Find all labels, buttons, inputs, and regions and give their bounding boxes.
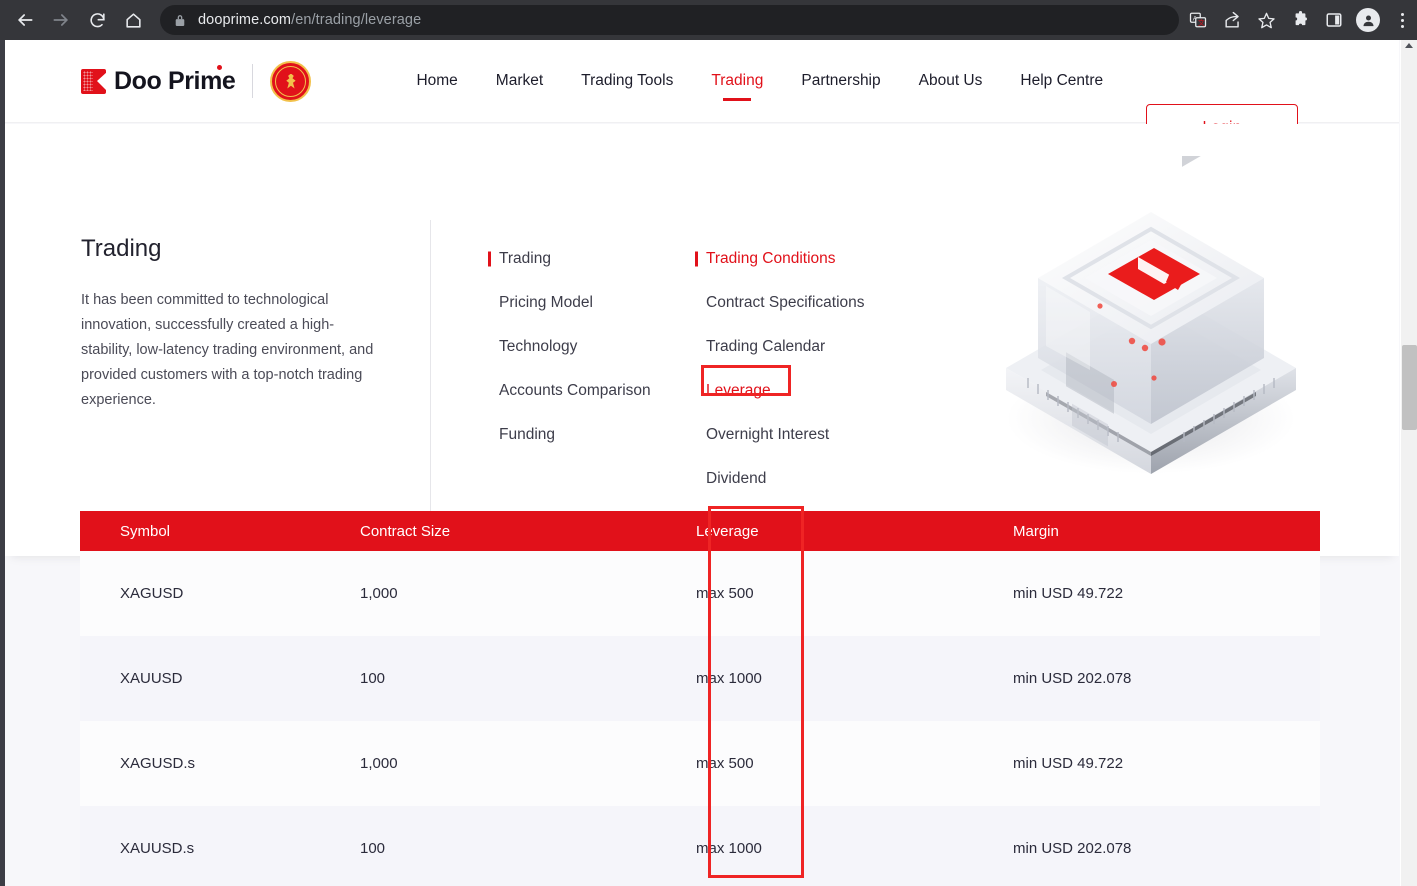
- isometric-cube-icon: [986, 156, 1316, 486]
- table-row: XAGUSD 1,000 max 500 min USD 49.722: [80, 551, 1320, 636]
- url-path: /en/trading/leverage: [291, 12, 421, 28]
- nav-item-trading-tools[interactable]: Trading Tools: [562, 66, 692, 96]
- url-host: dooprime.com: [198, 12, 291, 28]
- main-navigation: Home Market Trading Tools Trading Partne…: [397, 66, 1122, 96]
- trading-mega-menu: Trading It has been committed to technol…: [5, 124, 1399, 556]
- side-panel-icon: [1325, 11, 1343, 29]
- menu-item-contract-specifications[interactable]: Contract Specifications: [706, 281, 865, 325]
- mega-menu-column-one: Trading Pricing Model Technology Account…: [499, 237, 651, 457]
- menu-item-dividend[interactable]: Dividend: [706, 457, 865, 501]
- brand-name: Doo Prime: [114, 67, 235, 96]
- manchester-united-crest-icon: [270, 61, 311, 102]
- back-button[interactable]: [8, 3, 42, 37]
- cell-symbol: XAGUSD: [80, 551, 360, 636]
- column-header-symbol: Symbol: [80, 511, 360, 551]
- doo-prime-mark-icon: [81, 69, 106, 94]
- profile-avatar-icon: [1356, 8, 1380, 32]
- url-text: dooprime.com/en/trading/leverage: [198, 12, 421, 28]
- cell-leverage: max 500: [678, 721, 958, 806]
- cell-leverage: max 500: [678, 551, 958, 636]
- cell-margin: min USD 49.722: [958, 721, 1320, 806]
- mega-menu-divider: [430, 220, 431, 520]
- lock-icon: [174, 13, 186, 27]
- share-icon: [1223, 11, 1242, 30]
- browser-viewport: Doo Prime Home Market Trading Tools Trad…: [0, 40, 1417, 886]
- table-row: XAUUSD.s 100 max 1000 min USD 202.078: [80, 806, 1320, 886]
- cell-symbol: XAUUSD: [80, 636, 360, 721]
- cell-margin: min USD 202.078: [958, 636, 1320, 721]
- column-header-margin: Margin: [958, 511, 1320, 551]
- column-header-leverage: Leverage: [678, 511, 958, 551]
- mega-menu-artwork: [911, 138, 1331, 538]
- table-row: XAGUSD.s 1,000 max 500 min USD 49.722: [80, 721, 1320, 806]
- cell-symbol: XAGUSD.s: [80, 721, 360, 806]
- translate-icon: A 文: [1189, 11, 1207, 29]
- home-icon: [124, 11, 143, 30]
- address-bar[interactable]: dooprime.com/en/trading/leverage: [160, 5, 1179, 35]
- svg-text:文: 文: [1198, 18, 1205, 27]
- nav-item-market[interactable]: Market: [477, 66, 562, 96]
- back-arrow-icon: [15, 10, 35, 30]
- extensions-button[interactable]: [1285, 5, 1315, 35]
- browser-action-icons: A 文: [1183, 5, 1417, 35]
- browser-toolbar: dooprime.com/en/trading/leverage A 文: [0, 0, 1417, 40]
- kebab-menu-icon: [1401, 13, 1404, 28]
- browser-nav-buttons: [0, 3, 150, 37]
- cell-contract-size: 100: [360, 806, 678, 886]
- menu-item-funding[interactable]: Funding: [499, 413, 651, 457]
- side-panel-button[interactable]: [1319, 5, 1349, 35]
- nav-item-trading[interactable]: Trading: [692, 66, 782, 96]
- cell-leverage: max 1000: [678, 636, 958, 721]
- cell-contract-size: 1,000: [360, 721, 678, 806]
- table-row: XAUUSD 100 max 1000 min USD 202.078: [80, 636, 1320, 721]
- table-header-row: Symbol Contract Size Leverage Margin: [80, 511, 1320, 551]
- mega-menu-intro: Trading It has been committed to technol…: [81, 235, 381, 413]
- profile-button[interactable]: [1353, 5, 1383, 35]
- cell-leverage: max 1000: [678, 806, 958, 886]
- nav-item-help-centre[interactable]: Help Centre: [1001, 66, 1122, 96]
- scroll-up-arrow-icon[interactable]: [1405, 43, 1413, 48]
- table-body: XAGUSD 1,000 max 500 min USD 49.722 XAUU…: [80, 551, 1320, 886]
- menu-item-trading-conditions[interactable]: Trading Conditions: [706, 237, 865, 281]
- vertical-scrollbar[interactable]: [1400, 40, 1417, 886]
- scrollbar-thumb[interactable]: [1402, 345, 1417, 430]
- cell-contract-size: 1,000: [360, 551, 678, 636]
- share-button[interactable]: [1217, 5, 1247, 35]
- cell-contract-size: 100: [360, 636, 678, 721]
- menu-item-technology[interactable]: Technology: [499, 325, 651, 369]
- bookmark-button[interactable]: [1251, 5, 1281, 35]
- menu-item-pricing-model[interactable]: Pricing Model: [499, 281, 651, 325]
- cell-margin: min USD 49.722: [958, 551, 1320, 636]
- star-icon: [1257, 11, 1276, 30]
- site-header: Doo Prime Home Market Trading Tools Trad…: [5, 40, 1399, 123]
- leverage-table-container: Symbol Contract Size Leverage Margin XAG…: [80, 511, 1320, 886]
- menu-item-overnight-interest[interactable]: Overnight Interest: [706, 413, 865, 457]
- mega-menu-title: Trading: [81, 235, 381, 263]
- forward-arrow-icon: [51, 10, 71, 30]
- brand-logo[interactable]: Doo Prime: [81, 61, 311, 102]
- nav-item-about-us[interactable]: About Us: [900, 66, 1002, 96]
- table-head: Symbol Contract Size Leverage Margin: [80, 511, 1320, 551]
- nav-item-partnership[interactable]: Partnership: [782, 66, 899, 96]
- browser-menu-button[interactable]: [1387, 5, 1417, 35]
- home-button[interactable]: [116, 3, 150, 37]
- web-page: Doo Prime Home Market Trading Tools Trad…: [5, 40, 1399, 886]
- cell-symbol: XAUUSD.s: [80, 806, 360, 886]
- forward-button[interactable]: [44, 3, 78, 37]
- menu-item-leverage[interactable]: Leverage: [706, 369, 865, 413]
- brand-divider: [252, 64, 253, 98]
- menu-item-trading-calendar[interactable]: Trading Calendar: [706, 325, 865, 369]
- mega-menu-column-two: Trading Conditions Contract Specificatio…: [706, 237, 865, 501]
- mega-menu-description: It has been committed to technological i…: [81, 288, 381, 413]
- menu-item-accounts-comparison[interactable]: Accounts Comparison: [499, 369, 651, 413]
- column-header-contract-size: Contract Size: [360, 511, 678, 551]
- reload-icon: [88, 11, 107, 30]
- puzzle-piece-icon: [1291, 11, 1310, 30]
- leverage-table: Symbol Contract Size Leverage Margin XAG…: [80, 511, 1320, 886]
- menu-item-trading[interactable]: Trading: [499, 237, 651, 281]
- cell-margin: min USD 202.078: [958, 806, 1320, 886]
- reload-button[interactable]: [80, 3, 114, 37]
- nav-item-home[interactable]: Home: [397, 66, 476, 96]
- translate-button[interactable]: A 文: [1183, 5, 1213, 35]
